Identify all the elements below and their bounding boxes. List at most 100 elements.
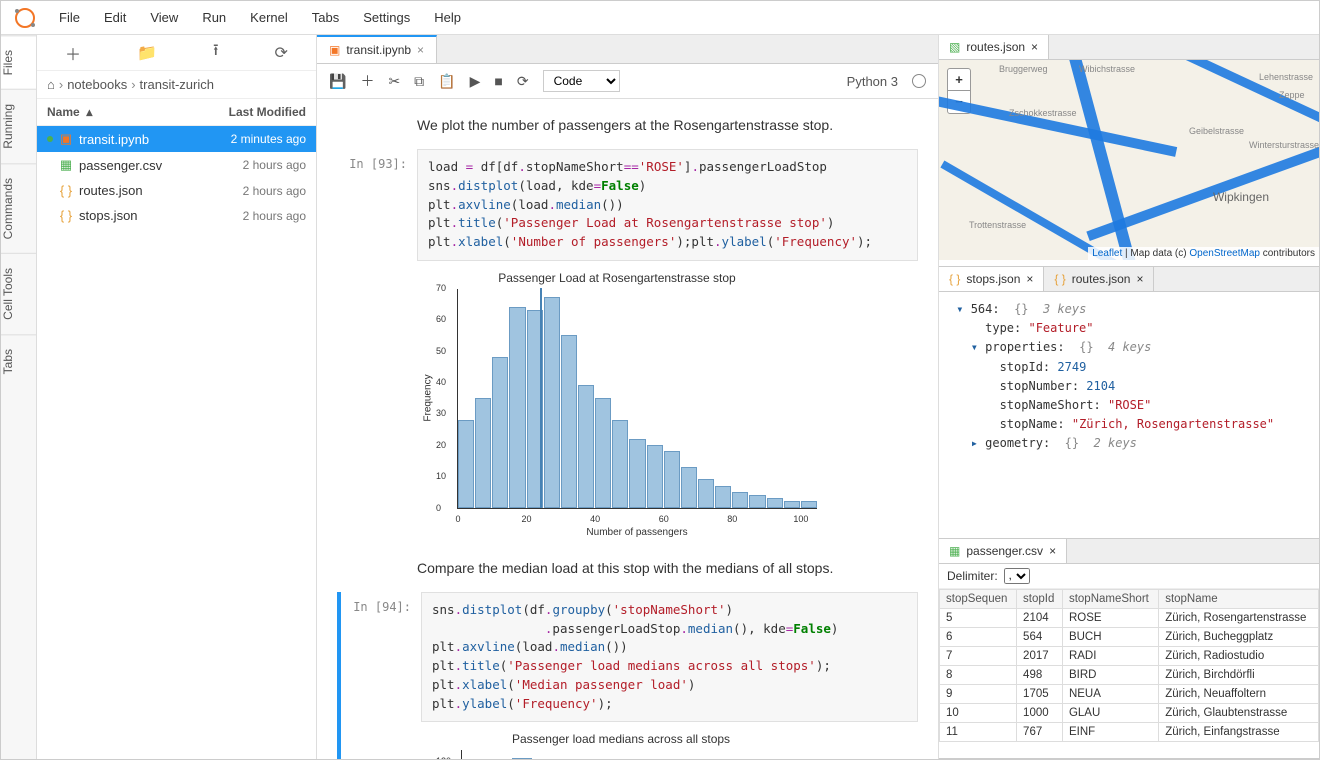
notebook-toolbar: 💾 ＋ ✂ ⧉ 📋 ▶ ■ ⟳ Code Python 3 [317,64,938,99]
zoom-in-button[interactable]: + [948,69,970,91]
tab-passenger-csv[interactable]: ▦ passenger.csv × [939,539,1067,563]
new-folder-icon[interactable]: 📁 [137,43,157,63]
table-row[interactable]: 8498BIRDZürich, Birchdörfli [940,666,1319,685]
crumb-folder[interactable]: notebooks [67,77,127,92]
menu-settings[interactable]: Settings [351,4,422,31]
csv-icon: ▦ [949,544,960,558]
code-cell[interactable]: In [94]: sns.distplot(df.groupby('stopNa… [337,592,918,759]
osm-link[interactable]: OpenStreetMap [1189,248,1260,259]
close-icon[interactable]: × [1031,40,1038,54]
csv-cell: EINF [1062,723,1158,742]
table-row[interactable]: 52104ROSEZürich, Rosengartenstrasse [940,609,1319,628]
close-icon[interactable]: × [1049,544,1056,558]
markdown-cell[interactable]: We plot the number of passengers at the … [417,117,918,133]
menu-kernel[interactable]: Kernel [238,4,300,31]
insert-cell-icon[interactable]: ＋ [360,71,374,91]
restart-icon[interactable]: ⟳ [517,73,529,90]
chart-xtick: 20 [522,514,532,524]
menu-tabs[interactable]: Tabs [300,4,351,31]
tab-routes-map[interactable]: ▧ routes.json × [939,35,1049,59]
file-modified: 2 hours ago [196,209,306,223]
table-row[interactable]: 91705NEUAZürich, Neuaffoltern [940,685,1319,704]
file-row[interactable]: ▦passenger.csv2 hours ago [37,152,316,178]
jupyter-logo [13,6,37,30]
kernel-name[interactable]: Python 3 [847,74,898,89]
csv-header-cell[interactable]: stopId [1017,590,1063,609]
tab-transit-ipynb[interactable]: ▣ transit.ipynb × [317,35,437,63]
file-name: passenger.csv [79,158,196,173]
crumb-folder[interactable]: transit-zurich [140,77,214,92]
collapse-arrow-icon[interactable]: ▾ [956,302,963,316]
file-name: routes.json [79,183,196,198]
tab-label: routes.json [1072,272,1131,286]
table-row[interactable]: 6564BUCHZürich, Bucheggplatz [940,628,1319,647]
paste-icon[interactable]: 📋 [438,73,455,90]
code-cell[interactable]: In [93]: load = df[df.stopNameShort=='RO… [337,149,918,548]
sidebar-tab-tabs[interactable]: Tabs [1,334,36,388]
chart-bar [767,498,783,507]
delimiter-select[interactable]: , [1004,568,1030,584]
chart-bar [458,420,474,508]
csv-table[interactable]: stopSequenstopIdstopNameShortstopName521… [939,589,1319,758]
csv-cell: NEUA [1062,685,1158,704]
chart-bar [561,335,577,508]
menu-view[interactable]: View [138,4,190,31]
notebook-body[interactable]: We plot the number of passengers at the … [317,99,938,759]
refresh-icon[interactable]: ⟳ [275,43,288,63]
stop-icon[interactable]: ■ [494,73,502,89]
csv-cell: Zürich, Glaubtenstrasse [1159,704,1319,723]
home-icon[interactable]: ⌂ [47,77,55,92]
leaflet-link[interactable]: Leaflet [1092,248,1122,259]
close-icon[interactable]: × [1026,272,1033,286]
chart-xtick: 40 [590,514,600,524]
code-input[interactable]: sns.distplot(df.groupby('stopNameShort')… [421,592,918,723]
menu-help[interactable]: Help [422,4,473,31]
sidebar-tab-cell-tools[interactable]: Cell Tools [1,253,36,334]
save-icon[interactable]: 💾 [329,73,346,90]
tab-routes-json[interactable]: { } routes.json × [1044,267,1154,291]
cell-type-select[interactable]: Code [543,70,620,92]
file-row[interactable]: ▣transit.ipynb2 minutes ago [37,126,316,152]
map-view[interactable]: + − Wipkingen Leaflet | Map data (c) Ope… [939,60,1319,260]
menu-run[interactable]: Run [190,4,238,31]
table-row[interactable]: 101000GLAUZürich, Glaubtenstrasse [940,704,1319,723]
kernel-status-icon [912,74,926,88]
csv-cell: 2017 [1017,647,1063,666]
expand-arrow-icon[interactable]: ▸ [971,436,978,450]
tab-label: stops.json [966,272,1020,286]
sidebar-tab-running[interactable]: Running [1,89,36,163]
file-row[interactable]: { }routes.json2 hours ago [37,178,316,203]
map-street-label: Bruggerweg [999,64,1048,74]
left-sidebar-tabs: FilesRunningCommandsCell ToolsTabs [1,35,37,759]
new-launcher-icon[interactable]: ＋ [65,41,81,65]
notebook-panel: ▣ transit.ipynb × 💾 ＋ ✂ ⧉ 📋 ▶ ■ ⟳ Code P… [317,35,939,759]
csv-header-cell[interactable]: stopSequen [940,590,1017,609]
markdown-cell[interactable]: Compare the median load at this stop wit… [417,560,918,576]
code-input[interactable]: load = df[df.stopNameShort=='ROSE'].pass… [417,149,918,261]
chart-bar [698,479,714,507]
csv-header-cell[interactable]: stopName [1159,590,1319,609]
filebrowser-header[interactable]: Name ▴ Last Modified [37,99,316,126]
json-viewer[interactable]: ▾ 564: {} 3 keys type: "Feature" ▾ prope… [939,292,1319,538]
table-row[interactable]: 11767EINFZürich, Einfangstrasse [940,723,1319,742]
file-row[interactable]: { }stops.json2 hours ago [37,203,316,228]
run-icon[interactable]: ▶ [470,73,481,90]
chart-bar [544,297,560,508]
menu-edit[interactable]: Edit [92,4,138,31]
cut-icon[interactable]: ✂ [388,73,400,90]
collapse-arrow-icon[interactable]: ▾ [971,340,978,354]
csv-header-cell[interactable]: stopNameShort [1062,590,1158,609]
table-row[interactable]: 72017RADIZürich, Radiostudio [940,647,1319,666]
map-street-label: Zeppe [1279,90,1305,100]
sidebar-tab-commands[interactable]: Commands [1,163,36,253]
close-icon[interactable]: × [417,43,424,57]
menu-file[interactable]: File [47,4,92,31]
upload-icon[interactable]: ⭱ [213,39,219,66]
breadcrumb[interactable]: ⌂ › notebooks › transit-zurich [37,71,316,99]
sidebar-tab-files[interactable]: Files [1,35,36,89]
close-icon[interactable]: × [1136,272,1143,286]
csv-cell: 7 [940,647,1017,666]
copy-icon[interactable]: ⧉ [414,73,424,90]
tab-stops-json[interactable]: { } stops.json × [939,267,1044,291]
file-modified: 2 minutes ago [196,132,306,146]
